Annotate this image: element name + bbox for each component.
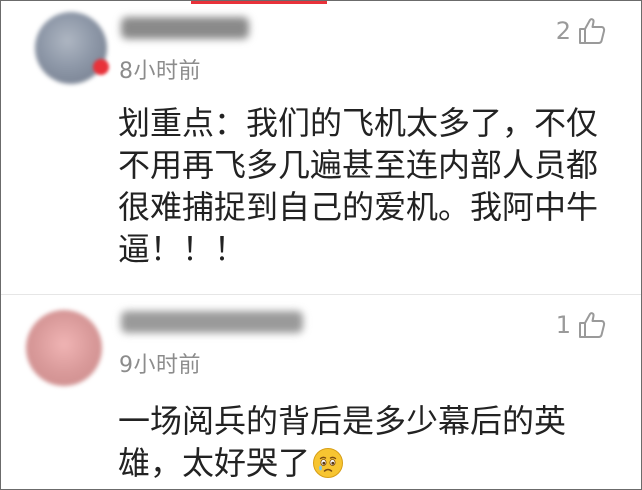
avatar[interactable]	[26, 310, 102, 386]
comment-timestamp: 9小时前	[119, 353, 201, 378]
thumbs-up-icon	[579, 312, 606, 338]
top-accent-bar	[191, 1, 327, 4]
username-blurred[interactable]	[121, 311, 303, 333]
crying-face-icon	[313, 448, 344, 478]
divider	[1, 294, 641, 295]
like-count: 2	[555, 17, 571, 45]
username-blurred[interactable]	[121, 17, 249, 39]
like-button[interactable]: 1	[556, 309, 607, 341]
comment-text: 划重点：我们的飞机太多了，不仅不用再飞多几遍甚至连内部人员都很难捕捉到自己的爱机…	[118, 104, 599, 268]
comment-timestamp: 8小时前	[119, 59, 201, 84]
comment-list: 8小时前 2 划重点：我们的飞机太多了，不仅不用再飞多几遍甚至连内部人员都很难捕…	[0, 0, 642, 490]
like-button[interactable]: 2	[556, 15, 607, 47]
comment-text: 一场阅兵的背后是多少幕后的英雄，太好哭了	[118, 400, 613, 484]
badge-dot	[93, 59, 109, 75]
thumbs-up-icon	[579, 18, 606, 44]
like-count: 1	[555, 311, 571, 339]
